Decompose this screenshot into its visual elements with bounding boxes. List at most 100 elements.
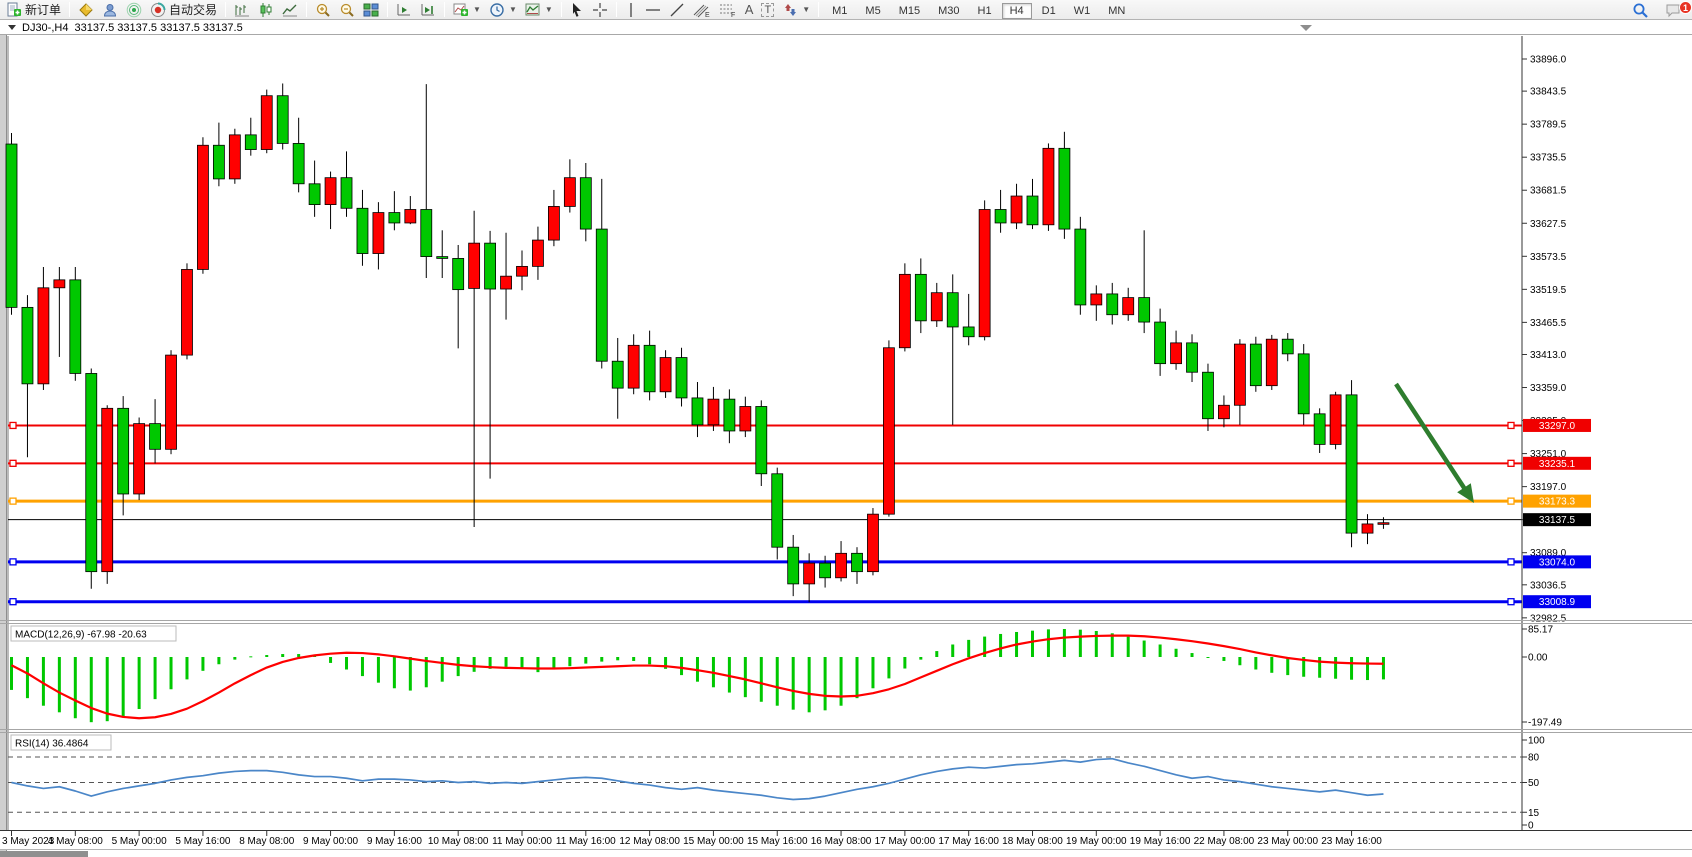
timeframe-h4-button[interactable]: H4 bbox=[1002, 3, 1032, 19]
fibonacci-tool-button[interactable]: F bbox=[715, 0, 741, 19]
macd-histogram-bar bbox=[217, 657, 220, 664]
time-axis-label: 5 May 00:00 bbox=[112, 836, 167, 847]
template-icon bbox=[525, 2, 541, 18]
candle-body bbox=[947, 293, 958, 327]
text-tool-button[interactable]: A bbox=[741, 0, 758, 19]
chart-canvas[interactable]: 33896.033843.533789.533735.533681.533627… bbox=[0, 0, 1692, 857]
hline-handle[interactable] bbox=[1508, 422, 1514, 428]
candle-body bbox=[309, 184, 320, 205]
timeframe-m15-button[interactable]: M15 bbox=[891, 3, 928, 19]
zoom-out-button[interactable] bbox=[335, 0, 359, 19]
vertical-line-tool-button[interactable] bbox=[621, 0, 641, 19]
hline-handle[interactable] bbox=[10, 460, 16, 466]
periods-button[interactable]: ▼ bbox=[485, 0, 521, 19]
notifications-button[interactable]: 1 bbox=[1661, 1, 1686, 20]
line-chart-button[interactable] bbox=[278, 0, 302, 19]
macd-histogram-bar bbox=[297, 654, 300, 657]
candle-body bbox=[915, 274, 926, 320]
time-axis-label: 19 May 16:00 bbox=[1130, 836, 1191, 847]
notification-badge: 1 bbox=[1679, 1, 1692, 14]
candlestick-chart-button[interactable] bbox=[254, 0, 278, 19]
chart-shift-icon bbox=[420, 2, 436, 18]
search-button[interactable] bbox=[1628, 1, 1653, 20]
equidistant-channel-tool-button[interactable]: E bbox=[689, 0, 715, 19]
candle-body bbox=[1266, 339, 1277, 385]
market-watch-button[interactable] bbox=[74, 0, 98, 19]
time-axis-label: 9 May 00:00 bbox=[303, 836, 358, 847]
signals-button[interactable] bbox=[122, 0, 146, 19]
dropdown-arrow-icon: ▼ bbox=[545, 5, 553, 14]
chart-menu-caret-icon[interactable] bbox=[8, 25, 16, 30]
timeframe-mn-button[interactable]: MN bbox=[1100, 3, 1133, 19]
candle-body bbox=[628, 345, 639, 388]
macd-histogram-bar bbox=[760, 657, 763, 702]
hline-handle[interactable] bbox=[1508, 599, 1514, 605]
dropdown-arrow-icon: ▼ bbox=[802, 5, 810, 14]
new-order-label: 新订单 bbox=[25, 1, 61, 18]
time-axis-label: 17 May 00:00 bbox=[875, 836, 936, 847]
hline-handle[interactable] bbox=[1508, 460, 1514, 466]
chart-shift-button[interactable] bbox=[416, 0, 440, 19]
candle-body bbox=[1298, 354, 1309, 414]
price-axis-label: 33681.5 bbox=[1530, 186, 1567, 197]
crosshair-button[interactable] bbox=[588, 0, 612, 19]
new-order-button[interactable]: 新订单 bbox=[2, 0, 65, 19]
zoom-in-button[interactable] bbox=[311, 0, 335, 19]
text-label-tool-button[interactable]: T bbox=[757, 0, 778, 19]
candle-body bbox=[883, 348, 894, 514]
hline-handle[interactable] bbox=[1508, 498, 1514, 504]
horizontal-line-icon bbox=[645, 2, 661, 18]
timeframe-w1-button[interactable]: W1 bbox=[1066, 3, 1099, 19]
candle-body bbox=[1202, 372, 1213, 418]
templates-button[interactable]: ▼ bbox=[521, 0, 557, 19]
candle-body bbox=[373, 213, 384, 254]
price-axis-label: 33465.5 bbox=[1530, 318, 1567, 329]
hline-price-badge-label: 33008.9 bbox=[1539, 597, 1576, 608]
tile-windows-button[interactable] bbox=[359, 0, 383, 19]
hline-handle[interactable] bbox=[10, 599, 16, 605]
clock-icon bbox=[489, 2, 505, 18]
new-order-icon bbox=[6, 2, 22, 18]
hline-handle[interactable] bbox=[10, 559, 16, 565]
candle-body bbox=[1378, 523, 1389, 525]
tile-windows-icon bbox=[363, 2, 379, 18]
macd-histogram-bar bbox=[568, 657, 571, 666]
candle-body bbox=[357, 208, 368, 253]
timeframe-d1-button[interactable]: D1 bbox=[1034, 3, 1064, 19]
candle-body bbox=[1314, 414, 1325, 445]
candle-body bbox=[612, 361, 623, 388]
hline-handle[interactable] bbox=[10, 422, 16, 428]
candle-body bbox=[293, 143, 304, 183]
candle-body bbox=[325, 178, 336, 205]
hline-handle[interactable] bbox=[10, 498, 16, 504]
crosshair-icon bbox=[592, 2, 608, 18]
timeframe-m5-button[interactable]: M5 bbox=[857, 3, 888, 19]
community-button[interactable] bbox=[98, 0, 122, 19]
auto-trading-button[interactable]: 自动交易 bbox=[146, 0, 221, 19]
macd-histogram-bar bbox=[871, 657, 874, 688]
arrows-tool-button[interactable]: ▼ bbox=[778, 0, 814, 19]
timeframe-h1-button[interactable]: H1 bbox=[970, 3, 1000, 19]
timeframe-m30-button[interactable]: M30 bbox=[930, 3, 967, 19]
indicators-button[interactable]: ▼ bbox=[449, 0, 485, 19]
horizontal-scrollbar-thumb[interactable] bbox=[0, 851, 88, 857]
candle-body bbox=[389, 213, 400, 223]
bar-chart-button[interactable] bbox=[230, 0, 254, 19]
toolbar-separator bbox=[818, 2, 819, 17]
candle-body bbox=[341, 178, 352, 209]
auto-scroll-button[interactable] bbox=[392, 0, 416, 19]
macd-histogram-bar bbox=[58, 657, 61, 712]
line-chart-icon bbox=[282, 2, 298, 18]
hline-handle[interactable] bbox=[1508, 559, 1514, 565]
time-axis-label: 16 May 08:00 bbox=[811, 836, 872, 847]
trendline-tool-button[interactable] bbox=[665, 0, 689, 19]
chart-shift-marker[interactable] bbox=[1300, 25, 1312, 31]
macd-histogram-bar bbox=[505, 657, 508, 667]
cursor-button[interactable] bbox=[566, 0, 588, 19]
dropdown-arrow-icon: ▼ bbox=[509, 5, 517, 14]
candle-body bbox=[532, 240, 543, 266]
horizontal-line-tool-button[interactable] bbox=[641, 0, 665, 19]
timeframe-group: M1M5M15M30H1H4D1W1MN bbox=[823, 1, 1134, 19]
timeframe-m1-button[interactable]: M1 bbox=[824, 3, 855, 19]
price-axis-label: 33359.0 bbox=[1530, 383, 1567, 394]
